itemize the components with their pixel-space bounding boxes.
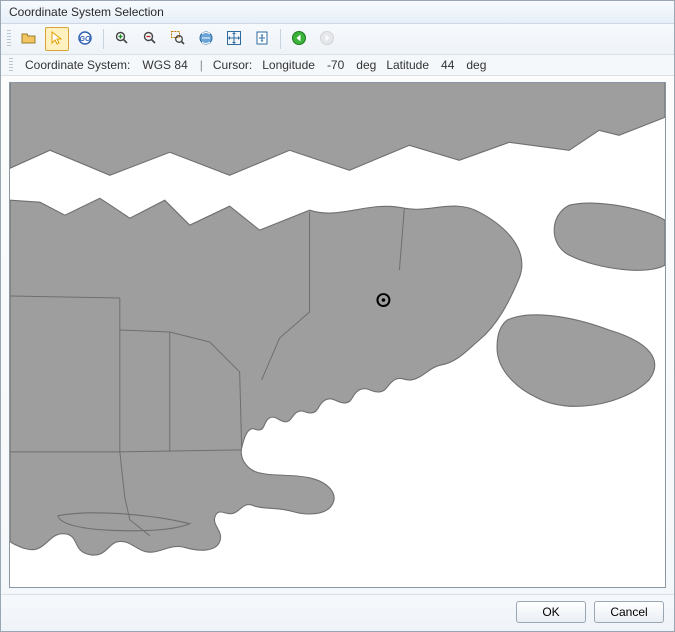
footer: OK Cancel — [1, 594, 674, 631]
titlebar: Coordinate System Selection — [1, 1, 674, 24]
longitude-value: -70 — [327, 58, 344, 72]
zoom-out-icon — [142, 30, 158, 49]
coord-system-value: WGS 84 — [142, 58, 187, 72]
cursor-button[interactable] — [45, 27, 69, 51]
toolbar-grip — [7, 30, 11, 48]
go-button[interactable]: GO — [73, 27, 97, 51]
ok-button[interactable]: OK — [516, 601, 586, 623]
statusbar-grip — [9, 58, 13, 72]
map-svg — [10, 83, 665, 587]
statusbar: Coordinate System: WGS 84 | Cursor: Long… — [1, 55, 674, 76]
window-title: Coordinate System Selection — [9, 5, 164, 19]
longitude-label: Longitude — [262, 58, 315, 72]
toolbar-separator — [103, 29, 104, 49]
forward-button — [315, 27, 339, 51]
forward-icon — [319, 30, 335, 49]
zoom-in-icon — [114, 30, 130, 49]
back-icon — [291, 30, 307, 49]
zoom-window-button[interactable] — [166, 27, 190, 51]
zoom-window-icon — [170, 30, 186, 49]
latitude-value: 44 — [441, 58, 454, 72]
window: Coordinate System Selection — [0, 0, 675, 632]
pan-button[interactable] — [194, 27, 218, 51]
longitude-unit: deg — [356, 58, 376, 72]
fit-page-button[interactable] — [250, 27, 274, 51]
fit-all-icon — [226, 30, 242, 49]
go-icon: GO — [77, 30, 93, 49]
latitude-unit: deg — [466, 58, 486, 72]
latitude-label: Latitude — [386, 58, 429, 72]
open-folder-button[interactable] — [17, 27, 41, 51]
toolbar-separator — [280, 29, 281, 49]
coord-system-label: Coordinate System: — [25, 58, 130, 72]
cancel-button[interactable]: Cancel — [594, 601, 664, 623]
map-canvas[interactable] — [9, 82, 666, 588]
arrow-cursor-icon — [49, 30, 65, 49]
fit-page-icon — [254, 30, 270, 49]
zoom-out-button[interactable] — [138, 27, 162, 51]
open-folder-icon — [21, 30, 37, 49]
statusbar-divider: | — [200, 58, 203, 72]
cursor-label: Cursor: — [213, 58, 252, 72]
zoom-in-button[interactable] — [110, 27, 134, 51]
toolbar: GO — [1, 24, 674, 55]
fit-all-button[interactable] — [222, 27, 246, 51]
back-button[interactable] — [287, 27, 311, 51]
pan-icon — [198, 30, 214, 49]
svg-text:GO: GO — [80, 36, 91, 43]
